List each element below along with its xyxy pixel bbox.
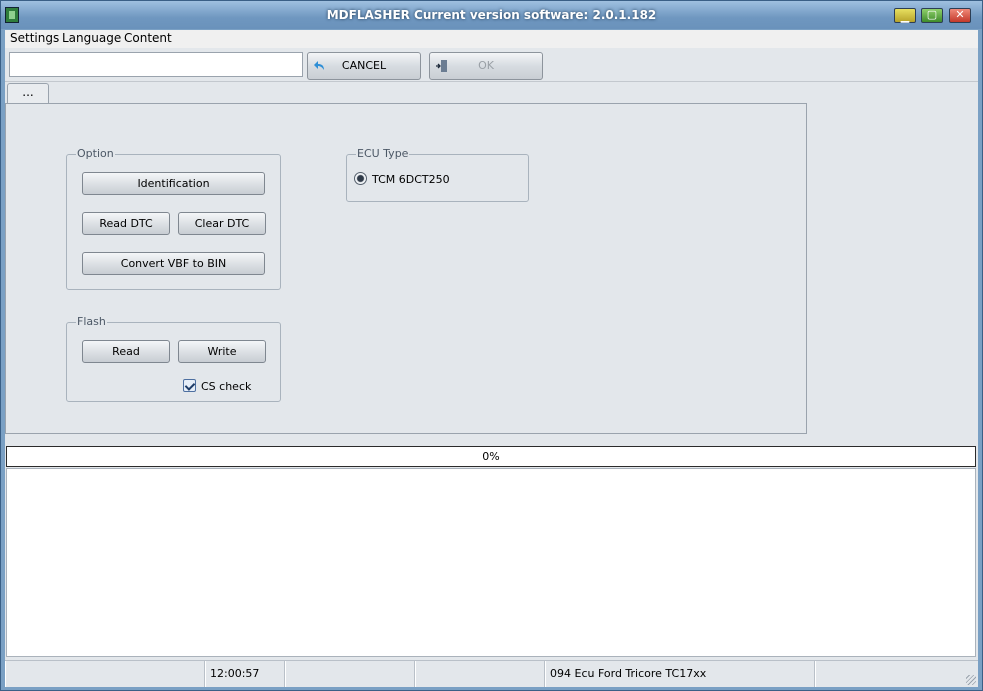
minimize-icon: ▁: [900, 10, 910, 23]
flash-group-title: Flash: [76, 315, 107, 328]
cs-check-checkbox[interactable]: [183, 379, 196, 392]
client-area: Settings Language Content CANCEL OK ... …: [5, 30, 978, 687]
status-cell-3: [285, 661, 415, 687]
flash-read-button[interactable]: Read: [82, 340, 170, 363]
app-window: MDFLASHER Current version software: 2.0.…: [0, 0, 983, 691]
progress-label: 0%: [482, 450, 500, 463]
menu-language[interactable]: Language: [62, 31, 121, 45]
maximize-button[interactable]: ▢: [921, 8, 943, 23]
status-cell-6: [815, 661, 978, 687]
ecu-type-group-title: ECU Type: [356, 147, 410, 160]
log-output[interactable]: [6, 468, 976, 657]
tab-panel: Option Identification Read DTC Clear DTC…: [5, 103, 807, 434]
flash-group: Flash Read Write CS check: [66, 315, 281, 402]
flash-write-button[interactable]: Write: [178, 340, 266, 363]
identification-button[interactable]: Identification: [82, 172, 265, 195]
menu-bar: Settings Language Content: [5, 30, 978, 48]
maximize-icon: ▢: [926, 8, 938, 21]
title-bar[interactable]: MDFLASHER Current version software: 2.0.…: [1, 1, 982, 29]
cancel-button[interactable]: CANCEL: [307, 52, 421, 80]
cancel-label: CANCEL: [341, 59, 387, 72]
status-cell-1: [5, 661, 205, 687]
convert-vbf-button[interactable]: Convert VBF to BIN: [82, 252, 265, 275]
window-title: MDFLASHER Current version software: 2.0.…: [326, 8, 657, 22]
status-bar: 12:00:57 094 Ecu Ford Tricore TC17xx: [5, 660, 978, 687]
menu-settings[interactable]: Settings: [10, 31, 59, 45]
toolbar-input[interactable]: [9, 52, 303, 77]
option-group-title: Option: [76, 147, 115, 160]
tab-main[interactable]: ...: [7, 83, 49, 104]
status-time: 12:00:57: [205, 661, 285, 687]
read-dtc-button[interactable]: Read DTC: [82, 212, 170, 235]
minimize-button[interactable]: ▁: [894, 8, 916, 23]
status-protocol: 094 Ecu Ford Tricore TC17xx: [545, 661, 815, 687]
progress-bar: 0%: [6, 446, 976, 467]
cs-check-label[interactable]: CS check: [201, 380, 251, 393]
undo-arrow-icon: [314, 61, 324, 70]
exit-door-icon: [436, 60, 447, 72]
ecu-type-group: ECU Type TCM 6DCT250: [346, 147, 529, 202]
toolbar-separator: [5, 81, 978, 82]
resize-grip-icon[interactable]: [966, 675, 976, 685]
close-icon: ✕: [955, 8, 965, 21]
ok-label: OK: [478, 59, 494, 72]
option-group: Option Identification Read DTC Clear DTC…: [66, 147, 281, 290]
ok-button[interactable]: OK: [429, 52, 543, 80]
clear-dtc-button[interactable]: Clear DTC: [178, 212, 266, 235]
ecu-radio-label[interactable]: TCM 6DCT250: [372, 173, 450, 186]
menu-content[interactable]: Content: [124, 31, 172, 45]
close-button[interactable]: ✕: [949, 8, 971, 23]
status-cell-4: [415, 661, 545, 687]
ecu-radio-tcm[interactable]: [354, 172, 367, 185]
